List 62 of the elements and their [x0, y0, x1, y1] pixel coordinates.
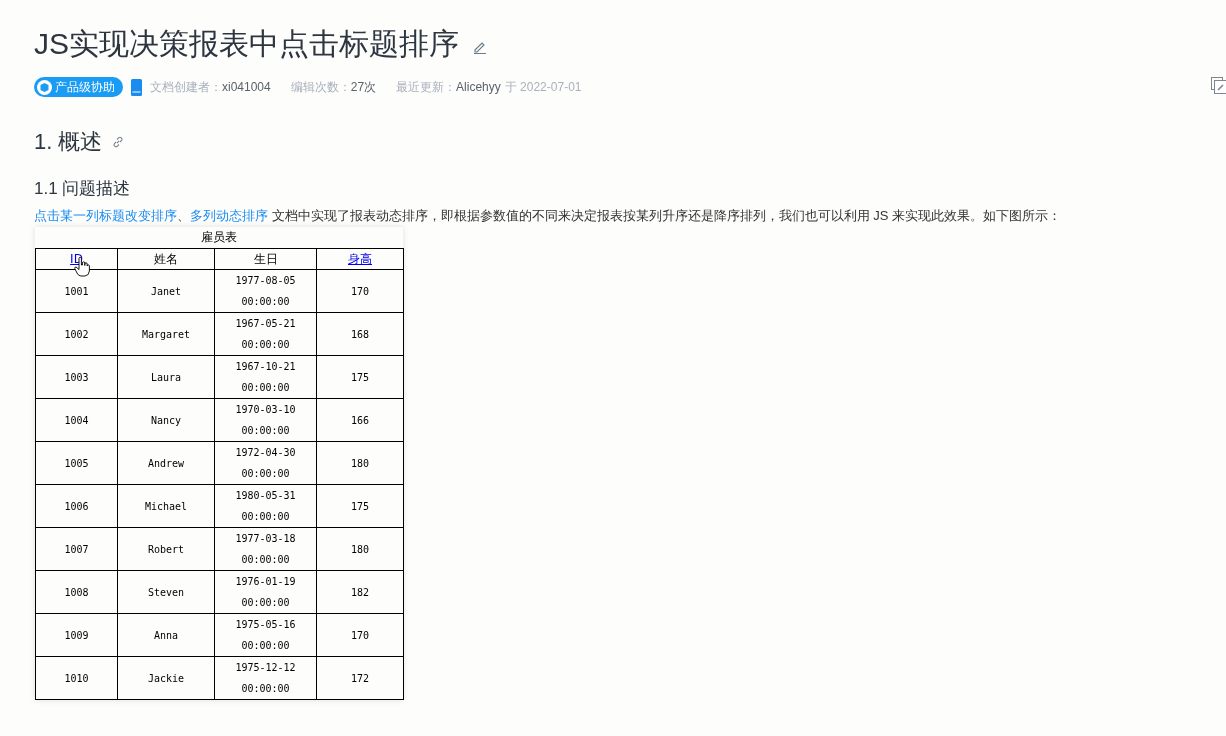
table-cell: 1972-04-30 00:00:00 — [214, 441, 317, 485]
table-cell: 170 — [316, 269, 404, 313]
table-cell: 175 — [316, 355, 404, 399]
updated-date: 于 2022-07-01 — [504, 78, 582, 96]
table-cell: 1002 — [35, 312, 118, 356]
table-caption: 雇员表 — [200, 229, 238, 246]
table-cell: 1967-10-21 00:00:00 — [214, 355, 317, 399]
updated-by: Alicehyy — [456, 80, 501, 94]
table-cell: 1003 — [35, 355, 118, 399]
table-cell: Andrew — [117, 441, 215, 485]
doc-link[interactable]: 点击某一列标题改变排序 — [34, 208, 177, 223]
section-heading: 1. 概述 — [34, 128, 103, 156]
table-cell: 180 — [316, 527, 404, 571]
table-cell: 1007 — [35, 527, 118, 571]
creator-name-label: 文档创建者： — [150, 78, 222, 96]
column-header: 姓名 — [154, 251, 178, 266]
edit-count: 27次 — [350, 78, 377, 96]
table-cell: Jackie — [117, 656, 215, 700]
subsection-heading: 1.1 问题描述 — [34, 178, 132, 200]
copy-icon[interactable] — [1211, 77, 1226, 94]
pencil-icon[interactable] — [473, 40, 487, 54]
table-cell: 1010 — [35, 656, 118, 700]
page-title: JS实现决策报表中点击标题排序 — [34, 26, 459, 62]
table-cell: Michael — [117, 484, 215, 528]
table-cell: Robert — [117, 527, 215, 571]
doc-link[interactable]: 多列动态排序 — [190, 208, 268, 223]
table-cell: 1976-01-19 00:00:00 — [214, 570, 317, 614]
creator-name: xi041004 — [222, 80, 271, 94]
column-header[interactable]: 身高 — [348, 251, 372, 266]
column-header: 生日 — [253, 251, 278, 266]
table-cell: Anna — [117, 613, 215, 657]
badge-label: 产品级协助 — [55, 78, 115, 96]
table-cell: 1975-12-12 00:00:00 — [214, 656, 317, 700]
table-cell: 180 — [316, 441, 404, 485]
updated-label: 最近更新： — [396, 78, 457, 96]
table-cell: 166 — [316, 398, 404, 442]
table-cell: 1004 — [35, 398, 118, 442]
table-cell: 1975-05-16 00:00:00 — [214, 613, 317, 657]
table-cell: 170 — [316, 613, 404, 657]
table-cell: 1009 — [35, 613, 118, 657]
link-icon[interactable] — [112, 136, 125, 148]
table-cell: 1005 — [35, 441, 118, 485]
table-cell: 168 — [316, 312, 404, 356]
table-cell: 1008 — [35, 570, 118, 614]
table-cell: Steven — [117, 570, 215, 614]
table-cell: 172 — [316, 656, 404, 700]
paragraph: 点击某一列标题改变排序、多列动态排序 文档中实现了报表动态排序，即根据参数值的不同来决定报表按某列升序还是降序排列，我们也可以利用 JS 来实现此效果。如下图所示： — [34, 207, 1062, 225]
table-cell: 1001 — [35, 269, 118, 313]
table-cell: 1977-03-18 00:00:00 — [214, 527, 317, 571]
table-cell: Laura — [117, 355, 215, 399]
tablet-icon — [131, 78, 142, 96]
table-cell: Janet — [117, 269, 215, 313]
table-cell: 1977-08-05 00:00:00 — [214, 269, 317, 313]
edit-count-label: 编辑次数： — [290, 78, 351, 96]
table-cell: 1006 — [35, 484, 118, 528]
table-cell: 175 — [316, 484, 404, 528]
table-cell: Nancy — [117, 398, 215, 442]
table-cell: 182 — [316, 570, 404, 614]
table-cell: 1980-05-31 00:00:00 — [214, 484, 317, 528]
table-cell: 1970-03-10 00:00:00 — [214, 398, 317, 442]
table-cell: 1967-05-21 00:00:00 — [214, 312, 317, 356]
table-cell: Margaret — [117, 312, 215, 356]
